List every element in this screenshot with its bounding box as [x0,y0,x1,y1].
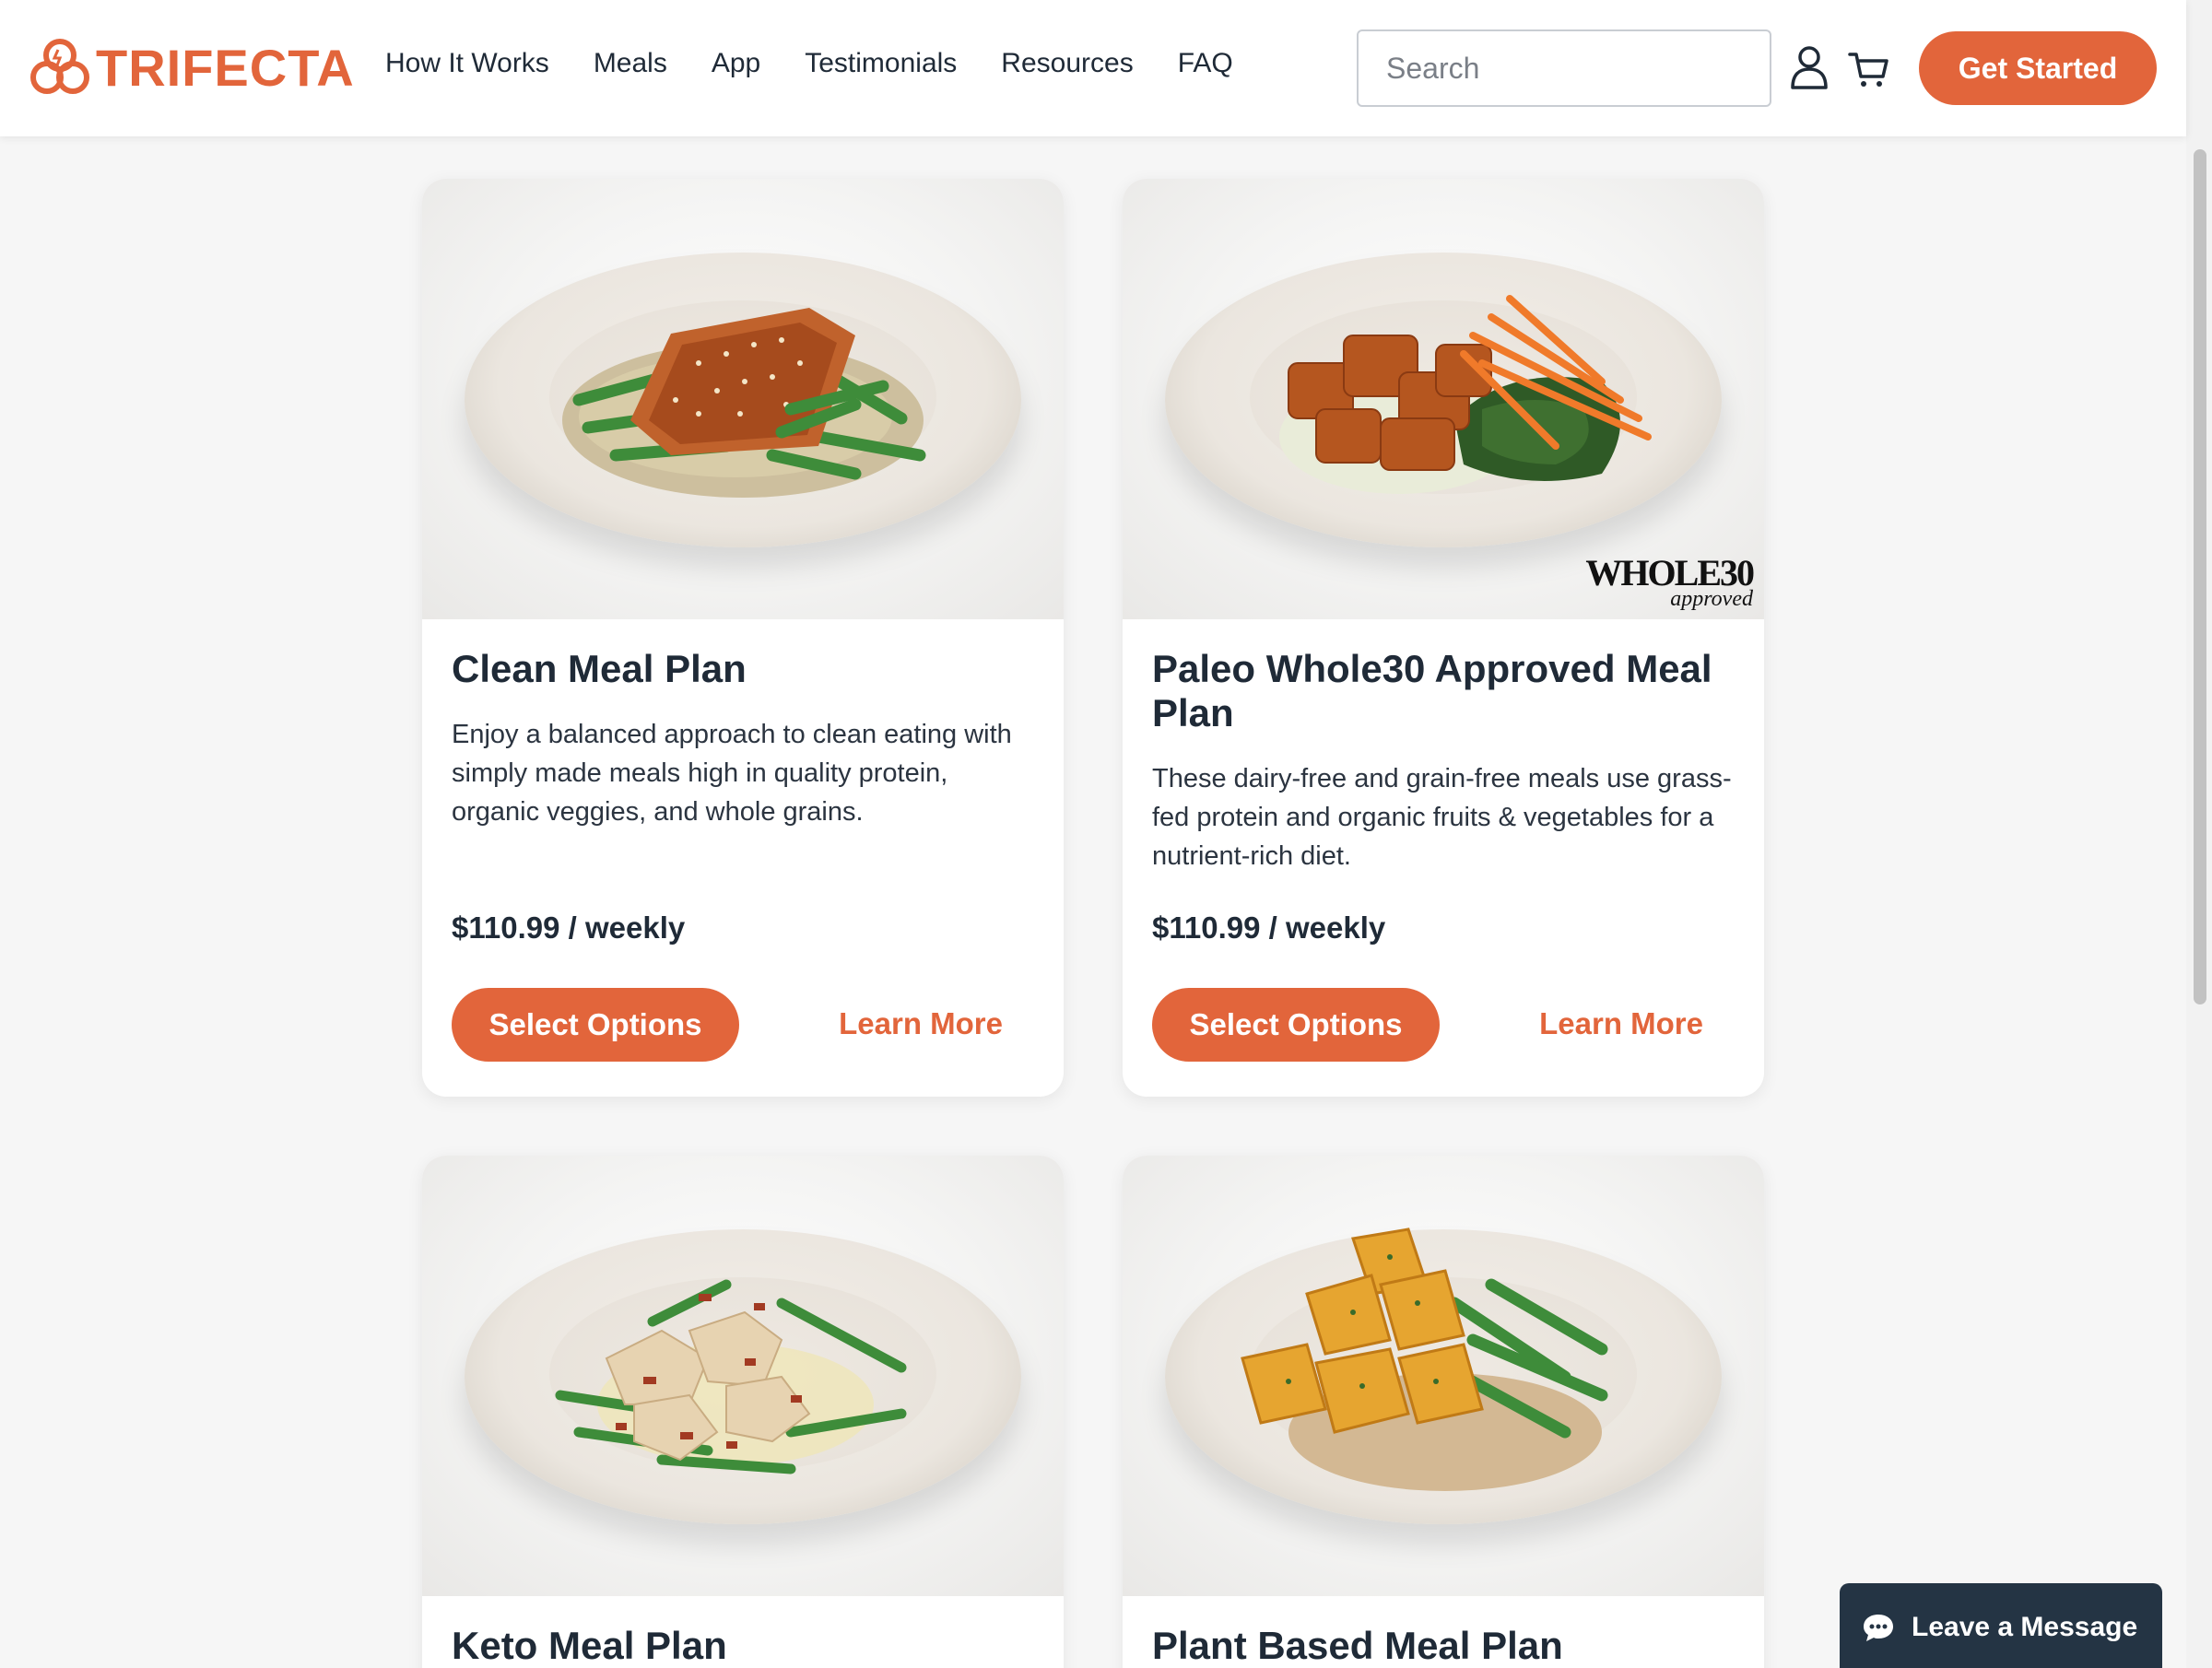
meal-plan-card-paleo: WHOLE30 approved Paleo Whole30 Approved … [1123,179,1764,1097]
card-title[interactable]: Clean Meal Plan [452,647,1034,691]
chat-bubble-icon [1864,1615,1893,1641]
nav-faq[interactable]: FAQ [1178,48,1233,79]
card-description: These dairy-free and grain-free meals us… [1152,764,1732,871]
chat-label: Leave a Message [1912,1612,2138,1642]
clean-meal-image[interactable] [422,179,1064,619]
plant-based-meal-image[interactable] [1123,1156,1764,1596]
card-body: Paleo Whole30 Approved Meal Plan These d… [1123,619,1764,1062]
salmon-dish-illustration [562,308,926,498]
whole30-approved-badge: WHOLE30 approved [1585,552,1755,611]
card-title[interactable]: Plant Based Meal Plan [1152,1624,1735,1668]
trifecta-logo[interactable]: TRIFECTA [29,37,355,98]
badge-main-text: WHOLE30 [1585,552,1755,593]
page-scrollbar-thumb[interactable] [2194,149,2206,1004]
keto-meal-image[interactable] [422,1156,1064,1596]
card-body: Plant Based Meal Plan [1123,1596,1764,1668]
card-body: Keto Meal Plan [422,1596,1064,1668]
cart-icon[interactable] [1847,50,1889,88]
get-started-button[interactable]: Get Started [1919,31,2157,105]
nav-app[interactable]: App [712,48,760,79]
nav-meals[interactable]: Meals [594,48,667,79]
brand-name: TRIFECTA [96,38,355,97]
nav-testimonials[interactable]: Testimonials [805,48,957,79]
select-options-button[interactable]: Select Options [1152,988,1440,1062]
select-options-button[interactable]: Select Options [452,988,739,1062]
search-input[interactable] [1386,51,1773,86]
main-nav: How It Works Meals App Testimonials Reso… [385,48,1233,79]
paleo-meal-image[interactable]: WHOLE30 approved [1123,179,1764,619]
user-icon[interactable] [1788,44,1830,90]
meal-plan-card-keto: Keto Meal Plan [422,1156,1064,1668]
card-title[interactable]: Keto Meal Plan [452,1624,1034,1668]
nav-resources[interactable]: Resources [1001,48,1133,79]
learn-more-link[interactable]: Learn More [1539,1006,1703,1041]
chicken-greenbean-dish-illustration [555,1279,907,1474]
meal-plan-card-plant-based: Plant Based Meal Plan [1123,1156,1764,1668]
site-header: TRIFECTA How It Works Meals App Testimon… [0,0,2186,136]
card-description: Enjoy a balanced approach to clean eatin… [452,720,1012,827]
search-box [1357,29,1773,107]
learn-more-link[interactable]: Learn More [839,1006,1003,1041]
leave-message-widget[interactable]: Leave a Message [1840,1583,2162,1668]
card-body: Clean Meal Plan Enjoy a balanced approac… [422,619,1064,1062]
trifecta-logo-icon [30,39,89,94]
card-price: $110.99 / weekly [452,910,686,945]
card-price: $110.99 / weekly [1152,910,1386,945]
tofu-dish-illustration [1241,1228,1608,1491]
nav-how-it-works[interactable]: How It Works [385,48,549,79]
card-title[interactable]: Paleo Whole30 Approved Meal Plan [1152,647,1735,735]
meal-plan-card-clean: Clean Meal Plan Enjoy a balanced approac… [422,179,1064,1097]
